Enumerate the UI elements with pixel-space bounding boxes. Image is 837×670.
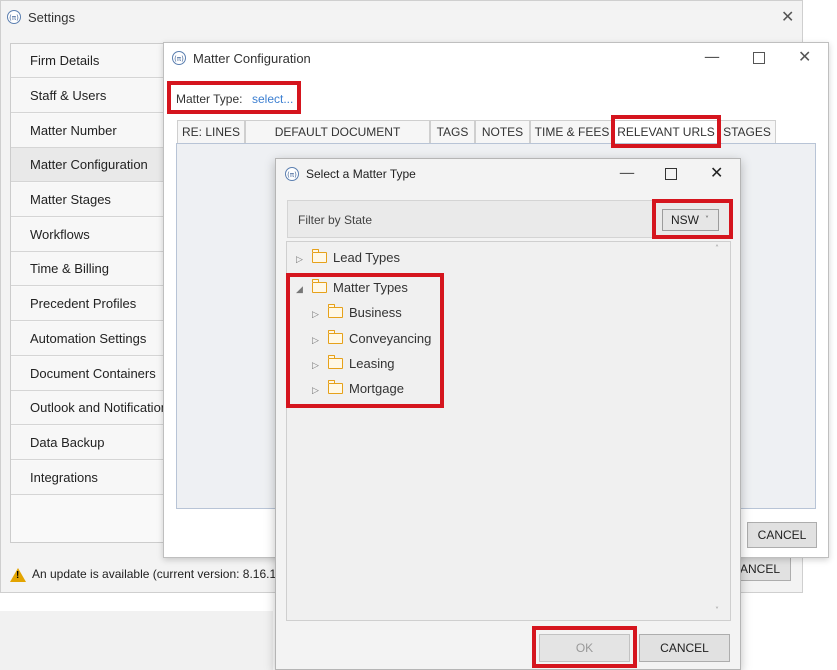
- state-select[interactable]: NSW ˅: [662, 209, 719, 231]
- settings-close-icon[interactable]: ✕: [781, 9, 794, 25]
- state-select-value: NSW: [671, 213, 699, 227]
- nav-item-automation-settings[interactable]: Automation Settings: [11, 322, 169, 356]
- app-logo-icon: (π): [7, 10, 21, 24]
- close-icon[interactable]: ✕: [798, 49, 811, 65]
- desktop-panel: [0, 611, 273, 670]
- tab-relevant-urls[interactable]: RELEVANT URLS: [614, 120, 718, 144]
- settings-title: Settings: [28, 10, 75, 25]
- tree-item-leasing[interactable]: ▷ Leasing: [312, 354, 395, 374]
- tree-item-conveyancing[interactable]: ▷ Conveyancing: [312, 329, 431, 349]
- tree-item-label: Business: [349, 305, 402, 320]
- nav-item-precedent-profiles[interactable]: Precedent Profiles: [11, 287, 169, 321]
- matter-type-select-link[interactable]: select...: [252, 92, 293, 106]
- ok-button[interactable]: OK: [539, 634, 630, 662]
- tree-item-mortgage[interactable]: ▷ Mortgage: [312, 379, 404, 399]
- settings-titlebar: (π) Settings ✕: [1, 1, 802, 35]
- folder-icon: [311, 279, 327, 293]
- folder-icon: [327, 330, 343, 344]
- dialog-title: Select a Matter Type: [306, 167, 416, 181]
- app-logo-icon: (π): [285, 167, 299, 181]
- nav-item-staff-users[interactable]: Staff & Users: [11, 79, 169, 113]
- folder-icon: [327, 380, 343, 394]
- tree-item-matter-types[interactable]: ◢ Matter Types: [296, 278, 408, 298]
- nav-item-firm-details[interactable]: Firm Details: [11, 44, 169, 78]
- expand-caret-icon[interactable]: ▷: [312, 356, 322, 376]
- update-notice[interactable]: ! An update is available (current version…: [10, 562, 280, 586]
- dialog-minimize-icon[interactable]: —: [619, 165, 635, 181]
- scroll-down-icon[interactable]: ˅: [715, 606, 719, 615]
- tree-item-label: Matter Types: [333, 280, 408, 295]
- tree-item-label: Mortgage: [349, 381, 404, 396]
- folder-icon: [327, 355, 343, 369]
- folder-icon: [327, 304, 343, 318]
- chevron-down-icon: ˅: [705, 215, 709, 224]
- tree-item-label: Lead Types: [333, 250, 400, 265]
- tab-re-lines[interactable]: RE: LINES: [177, 120, 245, 144]
- matter-type-label: Matter Type:: [176, 92, 243, 106]
- tree-item-lead-types[interactable]: ▷ Lead Types: [296, 248, 400, 268]
- expand-caret-icon[interactable]: ▷: [312, 381, 322, 401]
- maximize-icon[interactable]: [753, 52, 765, 64]
- tab-tags[interactable]: TAGS: [430, 120, 475, 144]
- app-logo-icon: (π): [172, 51, 186, 65]
- nav-item-outlook-notifications[interactable]: Outlook and Notifications: [11, 391, 169, 425]
- tree-item-label: Conveyancing: [349, 331, 432, 346]
- expand-caret-icon[interactable]: ▷: [296, 250, 306, 270]
- tab-time-fees[interactable]: TIME & FEES: [530, 120, 614, 144]
- warning-icon: !: [10, 567, 26, 582]
- tab-stages[interactable]: STAGES: [718, 120, 776, 144]
- nav-item-workflows[interactable]: Workflows: [11, 218, 169, 252]
- tab-default-document-folders[interactable]: DEFAULT DOCUMENT FOLDERS: [245, 120, 430, 161]
- settings-nav: Firm Details Staff & Users Matter Number…: [10, 43, 170, 543]
- nav-item-integrations[interactable]: Integrations: [11, 461, 169, 495]
- expand-caret-icon[interactable]: ▷: [312, 331, 322, 351]
- nav-item-matter-configuration[interactable]: Matter Configuration: [11, 148, 169, 182]
- dialog-cancel-button[interactable]: CANCEL: [639, 634, 730, 662]
- folder-icon: [311, 249, 327, 263]
- tree-item-label: Leasing: [349, 356, 395, 371]
- scroll-up-icon[interactable]: ˄: [715, 244, 719, 253]
- tree-item-business[interactable]: ▷ Business: [312, 303, 402, 323]
- minimize-icon[interactable]: —: [704, 49, 720, 65]
- tab-notes[interactable]: NOTES: [475, 120, 530, 144]
- dialog-close-icon[interactable]: ✕: [710, 165, 723, 181]
- collapse-caret-icon[interactable]: ◢: [296, 280, 306, 300]
- filter-by-state-label: Filter by State: [298, 213, 373, 227]
- matter-config-cancel-button[interactable]: CANCEL: [747, 522, 817, 548]
- nav-item-matter-number[interactable]: Matter Number: [11, 114, 169, 148]
- update-text: An update is available (current version:…: [32, 567, 280, 581]
- matter-config-title: Matter Configuration: [193, 51, 311, 66]
- nav-item-data-backup[interactable]: Data Backup: [11, 426, 169, 460]
- nav-item-matter-stages[interactable]: Matter Stages: [11, 183, 169, 217]
- desktop-background: [0, 593, 275, 611]
- nav-item-document-containers[interactable]: Document Containers: [11, 357, 169, 391]
- nav-item-time-billing[interactable]: Time & Billing: [11, 252, 169, 286]
- dialog-maximize-icon[interactable]: [665, 168, 677, 180]
- expand-caret-icon[interactable]: ▷: [312, 305, 322, 325]
